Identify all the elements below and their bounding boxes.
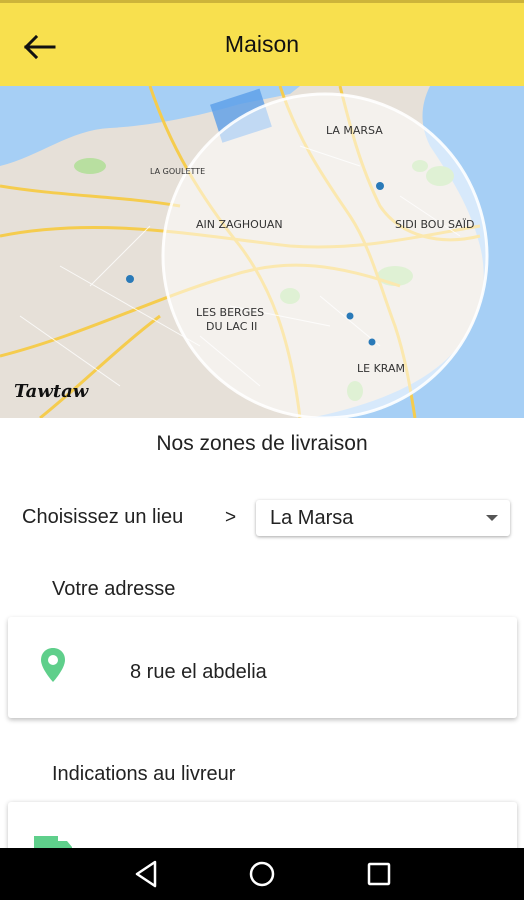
system-nav-bar	[0, 848, 524, 900]
map-pin-icon	[41, 648, 65, 682]
circle-home-icon[interactable]	[248, 860, 276, 888]
location-chevron: >	[225, 507, 237, 528]
location-selected-value: La Marsa	[270, 507, 354, 529]
map-label-la-marsa: LA MARSA	[326, 124, 383, 137]
address-label: Votre adresse	[52, 578, 176, 600]
delivery-zone-map[interactable]: LA MARSA SIDI BOU SAÏD AIN ZAGHOUAN LES …	[0, 86, 524, 418]
map-brand-logo: Tawtaw	[14, 381, 90, 402]
triangle-back-icon[interactable]	[133, 860, 159, 888]
location-dropdown[interactable]: La Marsa	[256, 500, 510, 536]
address-card[interactable]	[8, 617, 517, 718]
dropdown-arrow-icon	[486, 515, 498, 521]
zones-title: Nos zones de livraison	[156, 432, 368, 455]
map-label-le-kram: LE KRAM	[357, 362, 405, 375]
location-label: Choisissez un lieu	[22, 506, 184, 528]
square-recents-icon[interactable]	[366, 860, 392, 888]
app-bar: Maison	[0, 0, 524, 86]
map-label-sidi-bou-said: SIDI BOU SAÏD	[395, 218, 474, 231]
page-title: Maison	[224, 31, 300, 57]
map-label-la-goulette: LA GOULETTE	[150, 167, 205, 176]
address-field[interactable]	[130, 661, 490, 684]
map-label-du-lac: DU LAC II	[206, 320, 257, 333]
map-label-ain-zaghouan: AIN ZAGHOUAN	[196, 218, 283, 231]
map-label-les-berges: LES BERGES	[196, 306, 264, 319]
indications-label: Indications au livreur	[52, 763, 236, 785]
